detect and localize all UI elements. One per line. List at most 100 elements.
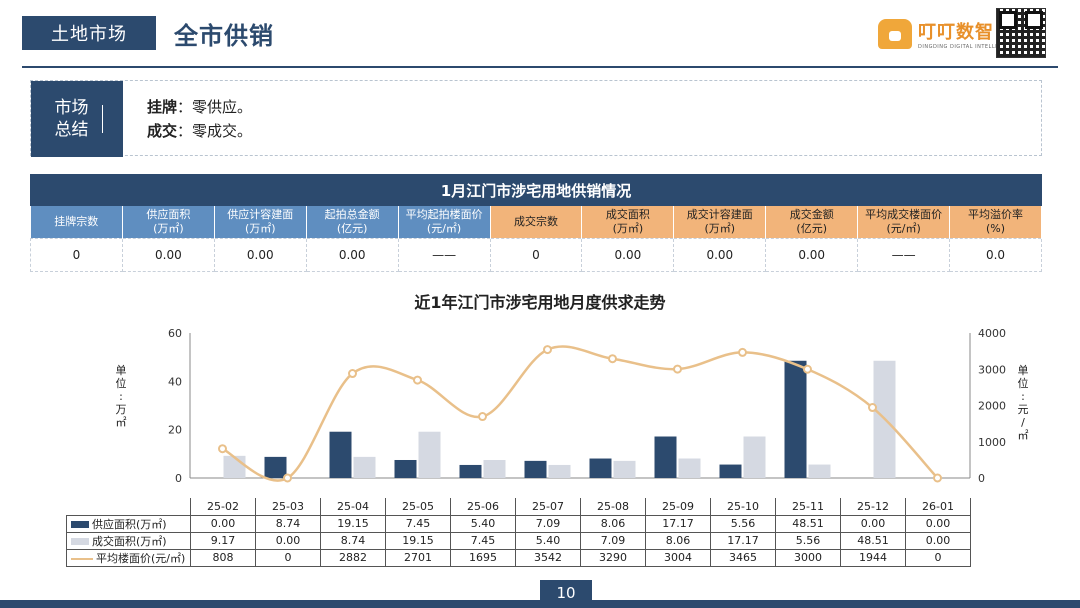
table-cell: 0.00 bbox=[213, 237, 307, 272]
data-label: 3290 bbox=[580, 548, 646, 567]
market-summary: 市场 总结 挂牌：零供应。 成交：零成交。 bbox=[30, 80, 1042, 157]
line-legend-icon bbox=[71, 557, 93, 560]
data-label: 7.45 bbox=[450, 531, 516, 550]
left-axis-unit: 单位: 万㎡ bbox=[115, 364, 127, 429]
price-point bbox=[543, 345, 552, 355]
page-number: 10 bbox=[540, 580, 592, 606]
price-point bbox=[218, 444, 227, 454]
category-label: 25-12 bbox=[840, 498, 906, 516]
data-label: 0 bbox=[905, 548, 971, 567]
data-label: 3004 bbox=[645, 548, 711, 567]
table-header-cell: 挂牌宗数 bbox=[30, 206, 123, 238]
data-label: 9.17 bbox=[190, 531, 256, 550]
table-header-cell: 供应计容建面 (万㎡) bbox=[214, 206, 307, 238]
supply-bar bbox=[784, 360, 807, 478]
data-label: 5.40 bbox=[515, 531, 581, 550]
table-header-cell: 平均起拍楼面价 (元/㎡) bbox=[398, 206, 491, 238]
supply-bar bbox=[654, 436, 677, 478]
data-label: 3542 bbox=[515, 548, 581, 567]
category-label: 25-06 bbox=[450, 498, 516, 516]
price-point bbox=[348, 369, 357, 379]
table-header-cell: 成交金额 (亿元) bbox=[765, 206, 859, 238]
category-label: 25-11 bbox=[775, 498, 841, 516]
category-label: 25-08 bbox=[580, 498, 646, 516]
data-label: 1695 bbox=[450, 548, 516, 567]
data-label: 0.00 bbox=[905, 514, 971, 533]
table-cell: 0.0 bbox=[949, 237, 1042, 272]
supply-bar bbox=[329, 431, 352, 478]
category-label: 25-07 bbox=[515, 498, 581, 516]
supply-bar bbox=[524, 460, 547, 478]
category-label: 25-02 bbox=[190, 498, 256, 516]
logo-icon bbox=[878, 19, 912, 49]
trend-chart: 0 20 40 60 0 1000 2000 3000 4000 bbox=[168, 327, 1006, 485]
table-cell: —— bbox=[857, 237, 951, 272]
data-label: 7.09 bbox=[580, 531, 646, 550]
data-table-corner bbox=[67, 498, 191, 515]
deal-bar bbox=[353, 456, 376, 478]
chart-data-table: 25-02 25-03 25-04 25-05 25-06 25-07 25-08 25-09… bbox=[66, 498, 971, 567]
supply-bar bbox=[264, 456, 287, 478]
data-label: 19.15 bbox=[320, 514, 386, 533]
data-label: 3465 bbox=[710, 548, 776, 567]
left-tick-label: 20 bbox=[168, 424, 182, 437]
right-tick-label: 1000 bbox=[978, 436, 1006, 449]
data-label: 0 bbox=[255, 548, 321, 567]
table-header-cell: 成交计容建面 (万㎡) bbox=[673, 206, 767, 238]
deal-bar bbox=[613, 460, 636, 478]
price-point bbox=[673, 364, 682, 374]
table-cell: —— bbox=[397, 237, 491, 272]
table-cell: 0.00 bbox=[765, 237, 859, 272]
series-legend: 平均楼面价(元/㎡) bbox=[66, 548, 191, 567]
data-label: 7.45 bbox=[385, 514, 451, 533]
deal-bar bbox=[548, 464, 571, 478]
supply-bar bbox=[589, 458, 612, 478]
data-label: 0.00 bbox=[190, 514, 256, 533]
price-point bbox=[608, 354, 617, 364]
table-cell: 0.00 bbox=[581, 237, 675, 272]
data-label: 2882 bbox=[320, 548, 386, 567]
summary-label: 成交 bbox=[147, 122, 178, 140]
left-tick-label: 40 bbox=[168, 375, 182, 388]
table-header-cell: 平均成交楼面价 (元/㎡) bbox=[857, 206, 951, 238]
series-legend: 供应面积(万㎡) bbox=[66, 514, 191, 533]
data-label: 17.17 bbox=[710, 531, 776, 550]
summary-label: 挂牌 bbox=[147, 98, 178, 116]
deal-bar bbox=[808, 464, 831, 478]
supply-table: 挂牌宗数 供应面积 (万㎡) 供应计容建面 (万㎡) 起拍总金额 (亿元) 平均起拍楼面价 (元… bbox=[30, 206, 1042, 272]
header-divider bbox=[22, 66, 1058, 68]
deal-bar bbox=[483, 459, 506, 478]
summary-item-listing: 挂牌：零供应。 bbox=[147, 95, 252, 119]
price-point bbox=[933, 473, 942, 483]
data-label: 8.06 bbox=[645, 531, 711, 550]
category-label: 25-03 bbox=[255, 498, 321, 516]
category-label: 25-04 bbox=[320, 498, 386, 516]
data-label: 8.74 bbox=[255, 514, 321, 533]
page-title: 全市供销 bbox=[174, 22, 274, 50]
price-point bbox=[803, 364, 812, 374]
category-label: 26-01 bbox=[905, 498, 971, 516]
qr-code-icon bbox=[996, 8, 1046, 58]
summary-item-deal: 成交：零成交。 bbox=[147, 119, 252, 143]
deal-bar bbox=[418, 431, 441, 478]
summary-tag-divider bbox=[101, 105, 103, 133]
table-cell: 0.00 bbox=[673, 237, 767, 272]
summary-tag: 市场 总结 bbox=[31, 81, 123, 157]
data-label: 3000 bbox=[775, 548, 841, 567]
data-label: 1944 bbox=[840, 548, 906, 567]
price-point bbox=[738, 347, 747, 357]
right-tick-label: 3000 bbox=[978, 363, 1006, 376]
data-label: 48.51 bbox=[840, 531, 906, 550]
left-tick-label: 0 bbox=[175, 472, 182, 485]
table-cell: 0 bbox=[489, 237, 583, 272]
table-header-cell: 平均溢价率 (%) bbox=[949, 206, 1042, 238]
summary-text: ：零成交。 bbox=[177, 122, 253, 140]
deal-bar bbox=[678, 458, 701, 478]
price-point bbox=[413, 375, 422, 385]
summary-tag-line1: 市场 bbox=[54, 98, 89, 118]
data-label: 7.09 bbox=[515, 514, 581, 533]
price-point bbox=[478, 412, 487, 422]
section-tag: 土地市场 bbox=[22, 16, 156, 50]
table-header-cell: 成交面积 (万㎡) bbox=[581, 206, 675, 238]
data-label: 5.56 bbox=[710, 514, 776, 533]
